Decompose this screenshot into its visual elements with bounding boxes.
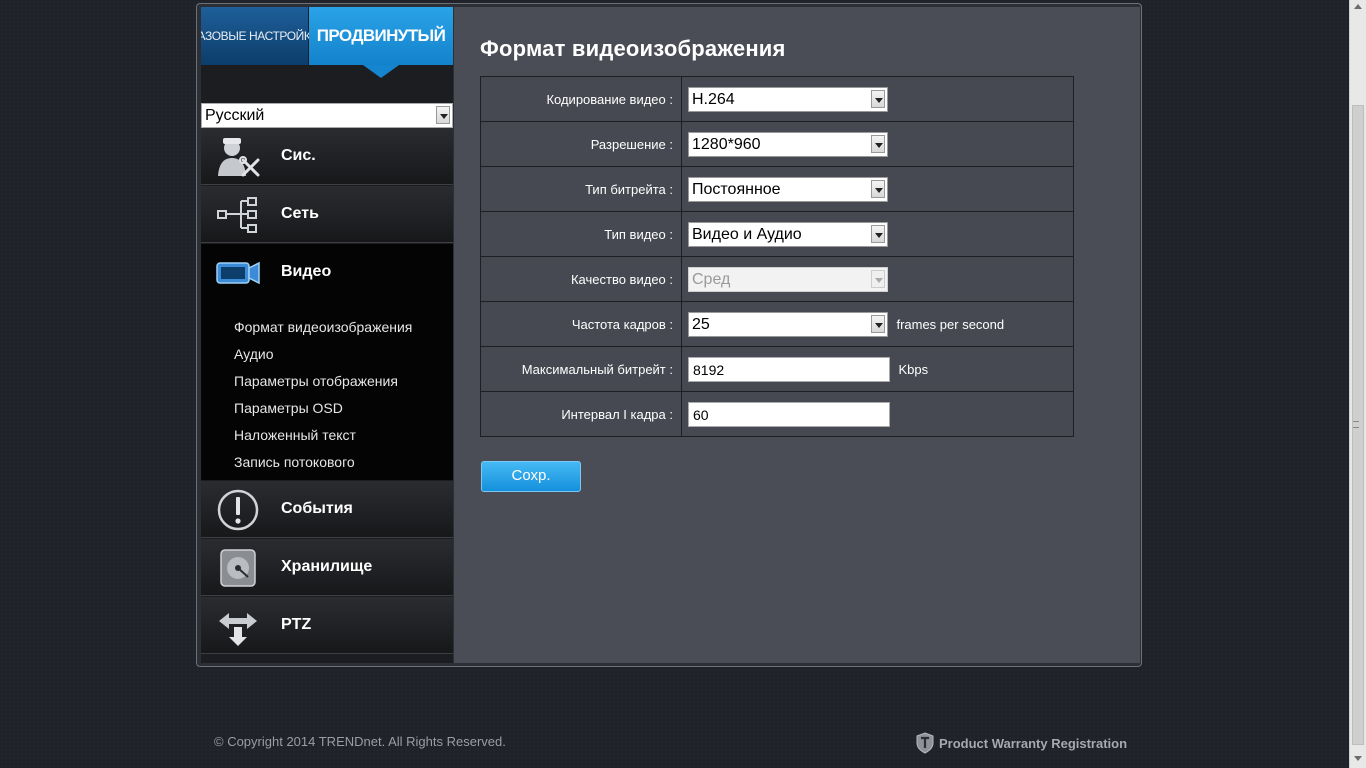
setting-row-video-type: Тип видео : Видео и Аудио [480,211,1074,257]
nav-item-system[interactable]: Сис. [201,128,453,185]
chevron-down-icon[interactable] [871,179,885,198]
setting-row-video-encoding: Кодирование видео : H.264 [480,76,1074,122]
shield-icon [916,732,934,754]
nav-item-storage[interactable]: Хранилище [201,539,453,596]
copyright-text: © Copyright 2014 TRENDnet. All Rights Re… [214,734,506,749]
nav-item-network[interactable]: Сеть [201,186,453,243]
ptz-arrows-icon [219,613,257,646]
nav-item-label: Хранилище [281,558,373,575]
select-value: Сред [692,270,731,288]
submenu-display-settings[interactable]: Параметры отображения [234,373,398,389]
setting-row-max-bitrate: Максимальный битрейт : 8192 Kbps [480,346,1074,392]
chevron-down-icon[interactable] [436,106,450,124]
setting-label: Частота кадров : [480,301,682,347]
submenu-video-format[interactable]: Формат видеоизображения [234,319,412,335]
submenu-stream-recording[interactable]: Запись потокового [234,454,355,470]
bitrate-type-select[interactable]: Постоянное [688,176,888,202]
language-select-value: Русский [205,107,265,124]
select-value: Постоянное [692,180,781,198]
tab-basic-settings-label: БАЗОВЫЕ НАСТРОЙКИ [201,29,319,43]
tab-basic-settings[interactable]: БАЗОВЫЕ НАСТРОЙКИ [201,7,319,65]
nav-item-label: Сис. [281,147,316,164]
select-value: H.264 [692,90,735,108]
vertical-scrollbar[interactable] [1349,0,1366,768]
max-bitrate-input[interactable]: 8192 [688,356,890,382]
product-warranty-link[interactable]: Product Warranty Registration [916,732,1127,754]
resolution-select[interactable]: 1280*960 [688,131,888,157]
setting-label: Разрешение : [480,121,682,167]
video-camera-icon [216,261,260,285]
select-value: Видео и Аудио [692,225,802,243]
setting-label: Тип видео : [480,211,682,257]
setting-label: Тип битрейта : [480,166,682,212]
video-format-settings-table: Кодирование видео : H.264 Разрешение : 1… [480,76,1074,437]
setting-label: Кодирование видео : [480,76,682,122]
product-warranty-label: Product Warranty Registration [939,735,1128,751]
setting-row-video-quality: Качество видео : Сред [480,256,1074,302]
scroll-down-arrow-icon[interactable] [1354,756,1362,761]
nav-item-label: PTZ [281,616,312,633]
alert-icon [217,489,259,531]
tab-advanced[interactable]: ПРОДВИНУТЫЙ [309,7,453,65]
nav-item-ptz[interactable]: PTZ [201,597,453,654]
setting-row-resolution: Разрешение : 1280*960 [480,121,1074,167]
network-icon [217,197,257,233]
setting-label: Качество видео : [480,256,682,302]
setting-label: Максимальный битрейт : [480,346,682,392]
setting-row-bitrate-type: Тип битрейта : Постоянное [480,166,1074,212]
save-button[interactable]: Сохр. [481,461,581,492]
i-frame-interval-input[interactable]: 60 [688,401,890,427]
setting-row-frame-rate: Частота кадров : 25 frames per second [480,301,1074,347]
tab-advanced-label: ПРОДВИНУТЫЙ [316,26,446,45]
chevron-down-icon[interactable] [871,134,885,153]
video-quality-select: Сред [688,266,888,292]
nav-item-video[interactable]: Видео Формат видеоизображения Аудио Пара… [201,244,453,480]
nav-item-events[interactable]: События [201,481,453,538]
content-panel: Формат видеоизображения Кодирование виде… [454,7,1140,663]
page-title: Формат видеоизображения [480,36,786,61]
chevron-down-icon[interactable] [871,89,885,108]
language-select[interactable]: Русский [201,103,453,128]
video-encoding-select[interactable]: H.264 [688,86,888,112]
sidebar: БАЗОВЫЕ НАСТРОЙКИ ПРОДВИНУТЫЙ Русский Си… [201,7,453,663]
video-type-select[interactable]: Видео и Аудио [688,221,888,247]
frame-rate-unit: frames per second [896,316,1005,332]
chevron-down-icon[interactable] [871,224,885,243]
max-bitrate-unit: Kbps [898,361,929,377]
submenu-overlay-text[interactable]: Наложенный текст [234,427,356,443]
submenu-osd-settings[interactable]: Параметры OSD [234,400,343,416]
frame-rate-select[interactable]: 25 [688,311,888,337]
nav-item-label: События [281,500,353,517]
admin-tools-icon [218,138,260,177]
setting-label: Интервал I кадра : [480,391,682,437]
select-value: 25 [692,315,710,333]
scrollbar-grip-icon [1353,421,1359,428]
chevron-down-icon [871,269,885,288]
nav-item-label: Видео [281,263,332,280]
scroll-up-arrow-icon[interactable] [1354,4,1362,9]
select-value: 1280*960 [692,135,761,153]
submenu-audio[interactable]: Аудио [234,346,274,362]
chevron-down-icon[interactable] [871,314,885,333]
nav-item-label: Сеть [281,205,319,222]
setting-row-i-frame-interval: Интервал I кадра : 60 [480,391,1074,437]
storage-disk-icon [220,549,256,587]
active-tab-pointer [363,65,399,78]
